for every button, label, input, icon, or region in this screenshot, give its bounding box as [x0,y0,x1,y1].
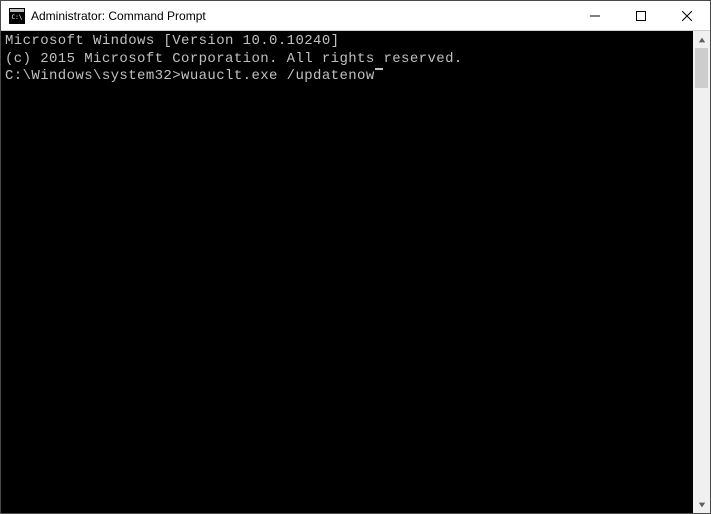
maximize-button[interactable] [618,1,664,30]
vertical-scrollbar[interactable] [693,31,710,513]
prompt-text: C:\Windows\system32> [5,68,181,86]
svg-text:C:\: C:\ [12,14,23,21]
titlebar[interactable]: C:\ Administrator: Command Prompt [1,1,710,31]
scrollbar-thumb[interactable] [695,48,708,88]
text-cursor [375,68,383,70]
output-line: Microsoft Windows [Version 10.0.10240] [5,33,689,51]
minimize-button[interactable] [572,1,618,30]
window-controls [572,1,710,30]
prompt-line: C:\Windows\system32>wuauclt.exe /updaten… [5,68,689,86]
command-prompt-window: C:\ Administrator: Command Prompt Micros… [0,0,711,514]
scroll-down-button[interactable] [693,496,710,513]
output-line: (c) 2015 Microsoft Corporation. All righ… [5,51,689,69]
window-title: Administrator: Command Prompt [31,9,206,23]
content-area: Microsoft Windows [Version 10.0.10240](c… [1,31,710,513]
titlebar-left: C:\ Administrator: Command Prompt [1,8,206,24]
cmd-icon: C:\ [9,8,25,24]
scrollbar-track[interactable] [693,48,710,496]
terminal-output[interactable]: Microsoft Windows [Version 10.0.10240](c… [1,31,693,513]
scroll-up-button[interactable] [693,31,710,48]
command-text: wuauclt.exe /updatenow [181,68,375,86]
close-button[interactable] [664,1,710,30]
